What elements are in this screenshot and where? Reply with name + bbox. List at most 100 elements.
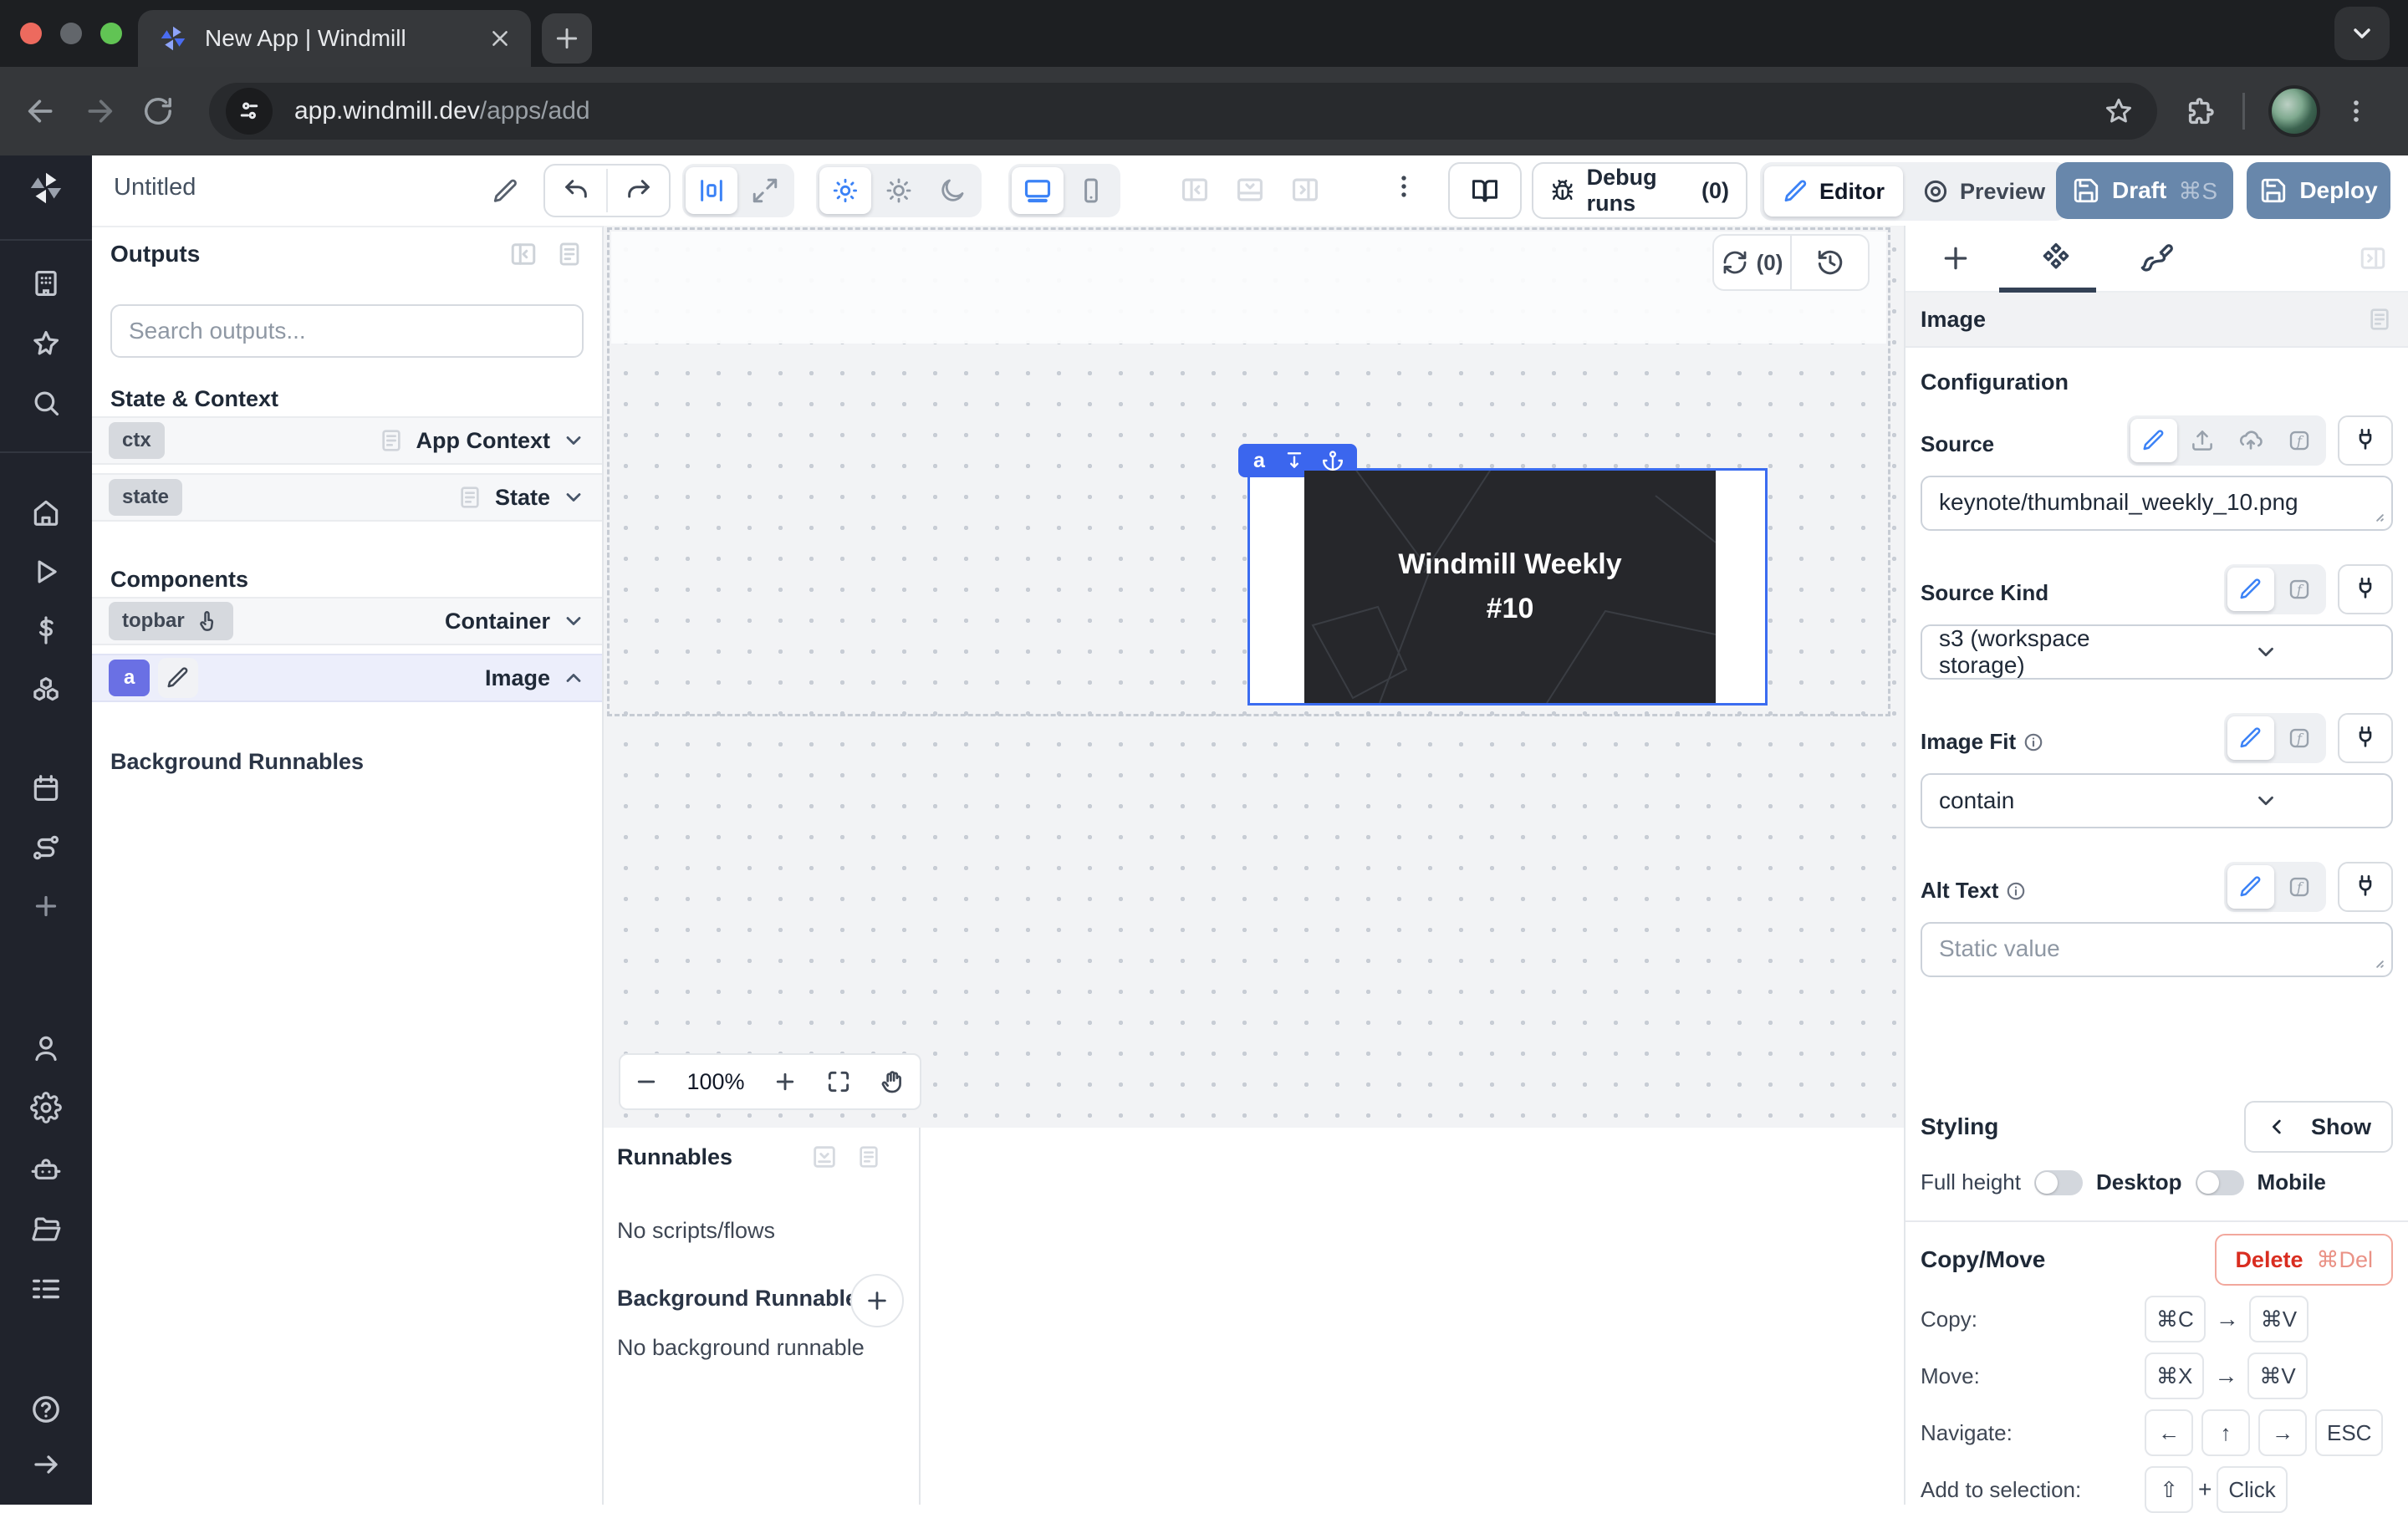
refresh-all-button[interactable]: (0) (1714, 236, 1790, 289)
sidebar-settings-icon[interactable] (30, 1092, 62, 1123)
show-styling-button[interactable]: Show (2244, 1101, 2393, 1153)
sidebar-resources-icon[interactable] (29, 675, 63, 708)
sidebar-help-icon[interactable] (29, 1393, 63, 1426)
new-tab-button[interactable] (542, 13, 592, 64)
app-title[interactable]: Untitled (114, 174, 196, 201)
rename-pencil-icon[interactable] (492, 177, 520, 206)
back-icon[interactable] (12, 94, 70, 128)
redo-button[interactable] (608, 167, 669, 214)
chevron-down-icon[interactable] (562, 609, 585, 633)
search-outputs-input[interactable] (129, 318, 565, 344)
fx-icon[interactable]: f (2276, 419, 2323, 462)
windmill-logo[interactable] (27, 169, 65, 207)
image-component-a[interactable]: a Windmill Weekly #10 (1247, 468, 1768, 706)
minimize-window-button[interactable] (60, 23, 82, 44)
center-canvas-button[interactable] (686, 167, 737, 214)
ctx-badge[interactable]: ctx (109, 422, 165, 459)
sidebar-favorites-icon[interactable] (30, 328, 62, 359)
insert-component-tab[interactable] (1905, 242, 2006, 275)
component-row-topbar[interactable]: topbar Container (92, 597, 602, 645)
fx-icon[interactable]: f (2276, 716, 2323, 760)
tab-search-button[interactable] (2334, 7, 2390, 60)
zoom-in-icon[interactable] (773, 1069, 798, 1094)
fx-icon[interactable]: f (2276, 568, 2323, 611)
sidebar-folders-icon[interactable] (30, 1213, 62, 1245)
sidebar-home-icon[interactable] (30, 497, 62, 528)
source-input[interactable]: keynote/thumbnail_weekly_10.png (1939, 489, 2375, 517)
deploy-button[interactable]: Deploy (2247, 162, 2390, 219)
sidebar-logs-icon[interactable] (30, 1273, 62, 1305)
extensions-icon[interactable] (2186, 95, 2217, 127)
static-pencil-icon[interactable] (2227, 568, 2274, 611)
theme-auto-icon[interactable] (819, 167, 871, 214)
source-kind-select[interactable]: s3 (workspace storage) (1921, 624, 2393, 680)
full-height-desktop-toggle[interactable] (2034, 1170, 2083, 1195)
address-bar[interactable]: app.windmill.dev/apps/add (209, 83, 2157, 140)
theme-dark-icon[interactable] (926, 167, 978, 214)
tab-preview[interactable]: Preview (1903, 166, 2064, 217)
chevron-down-icon[interactable] (562, 486, 585, 509)
app-canvas[interactable]: (0) a (604, 226, 1904, 1128)
topbar-badge[interactable]: topbar (109, 602, 233, 640)
zoom-window-button[interactable] (100, 23, 122, 44)
draft-button[interactable]: Draft ⌘S (2056, 162, 2233, 219)
debug-runs-button[interactable]: Debug runs (0) (1532, 162, 1747, 219)
component-row-a[interactable]: a Image (92, 654, 602, 702)
zoom-out-icon[interactable] (634, 1069, 659, 1094)
fx-icon[interactable]: f (2276, 865, 2323, 909)
delete-button[interactable]: Delete ⌘Del (2215, 1234, 2393, 1286)
sidebar-add-icon[interactable] (31, 891, 61, 921)
topbar-container-area[interactable] (611, 232, 1886, 344)
sidebar-user-icon[interactable] (30, 1032, 62, 1064)
browser-menu-icon[interactable] (2342, 97, 2370, 125)
connect-plug-icon[interactable] (2338, 862, 2393, 912)
desktop-view-icon[interactable] (1012, 167, 1064, 214)
output-row-ctx[interactable]: ctx App Context (92, 416, 602, 465)
toggle-left-panel-icon[interactable] (1179, 174, 1211, 206)
connect-plug-icon[interactable] (2338, 415, 2393, 466)
mobile-view-icon[interactable] (1065, 167, 1117, 214)
site-settings-icon[interactable] (226, 88, 273, 135)
history-button[interactable] (1790, 236, 1868, 289)
collapse-panel-icon[interactable] (508, 239, 538, 269)
static-pencil-icon[interactable] (2227, 865, 2274, 909)
profile-avatar[interactable] (2268, 85, 2320, 137)
window-controls[interactable] (20, 23, 122, 44)
close-window-button[interactable] (20, 23, 42, 44)
component-doc-icon[interactable] (2366, 306, 2393, 333)
component-settings-tab[interactable] (2006, 241, 2106, 276)
add-background-runnable-button[interactable] (850, 1274, 904, 1327)
chevron-down-icon[interactable] (562, 429, 585, 452)
cloud-upload-icon[interactable] (2227, 419, 2274, 462)
a-badge[interactable]: a (109, 660, 150, 696)
sidebar-workflows-icon[interactable] (30, 832, 62, 863)
static-pencil-icon[interactable] (2227, 716, 2274, 760)
expand-down-icon[interactable] (1275, 450, 1314, 471)
edit-id-pencil-icon[interactable] (158, 658, 198, 698)
output-row-state[interactable]: state State (92, 473, 602, 522)
sidebar-variables-icon[interactable] (30, 614, 62, 646)
full-height-mobile-toggle[interactable] (2196, 1170, 2244, 1195)
fit-view-icon[interactable] (825, 1068, 852, 1095)
sidebar-apps-icon[interactable] (30, 267, 62, 299)
sidebar-collapse-icon[interactable] (31, 1449, 61, 1480)
state-badge[interactable]: state (109, 479, 182, 516)
sidebar-schedules-icon[interactable] (30, 772, 62, 804)
bookmark-star-icon[interactable] (2104, 96, 2134, 126)
theme-light-icon[interactable] (873, 167, 925, 214)
toggle-bottom-panel-icon[interactable] (1234, 174, 1266, 206)
resize-handle-icon[interactable] (2370, 507, 2386, 524)
sidebar-workers-icon[interactable] (30, 1154, 62, 1185)
forward-icon[interactable] (70, 94, 129, 128)
static-pencil-icon[interactable] (2130, 419, 2177, 462)
pan-hand-icon[interactable] (879, 1068, 906, 1095)
tab-editor[interactable]: Editor (1764, 166, 1903, 217)
runnables-doc-icon[interactable] (855, 1143, 882, 1171)
undo-button[interactable] (545, 167, 606, 214)
tab-close-icon[interactable] (489, 28, 511, 49)
sidebar-runs-icon[interactable] (30, 556, 62, 588)
connect-plug-icon[interactable] (2338, 713, 2393, 763)
more-options-icon[interactable] (1390, 172, 1418, 201)
collapse-right-panel-icon[interactable] (2358, 243, 2388, 273)
styling-tab[interactable] (2106, 241, 2206, 276)
